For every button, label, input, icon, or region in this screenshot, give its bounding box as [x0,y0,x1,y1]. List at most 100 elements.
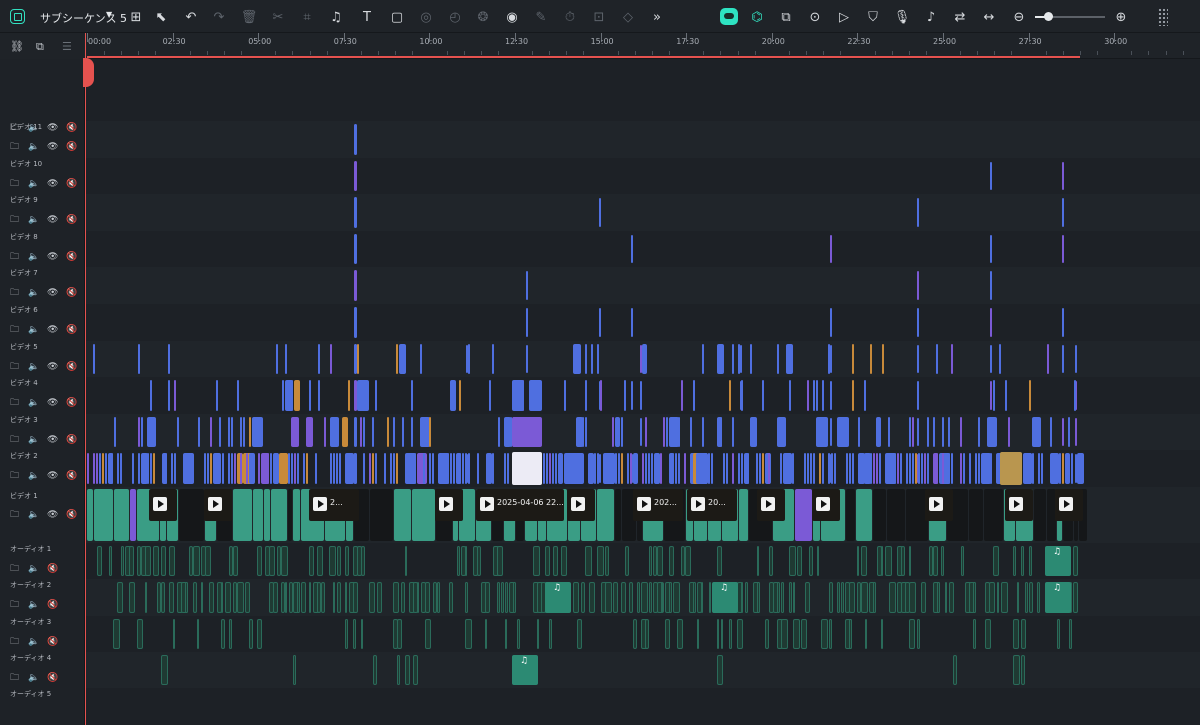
video-clip[interactable] [948,453,950,484]
audio-clip[interactable] [513,582,516,613]
video-clip-thin[interactable] [917,308,919,337]
audio-clip[interactable] [281,546,288,577]
sequence-title[interactable]: サブシーケンス 5 [40,10,127,26]
audio-clip[interactable] [941,546,944,577]
video-clip-thin[interactable] [599,308,601,337]
speaker-icon[interactable]: 🔈 [28,326,39,335]
video-clip[interactable] [429,416,431,448]
audio-icon[interactable]: ♫ [327,8,345,26]
video-clip[interactable] [678,416,680,448]
video-clip-thin[interactable] [631,308,633,337]
keyframe-icon[interactable]: ◇ [619,8,637,26]
folder-icon[interactable]: 🗀 [10,472,19,481]
video-clip-thin[interactable] [354,160,357,192]
video-clip[interactable] [852,380,854,411]
video-clip[interactable] [924,453,926,484]
video-clip[interactable] [660,453,662,484]
video-clip[interactable] [732,416,734,448]
video-clip[interactable] [267,453,269,484]
audio-clip[interactable] [153,546,159,577]
audio-clip[interactable] [921,582,926,613]
mute-icon[interactable]: 🔇 [66,179,77,189]
audio-clip[interactable] [425,582,430,613]
video-clip[interactable] [150,453,152,484]
video-clip[interactable] [253,489,263,541]
speaker-icon[interactable]: 🔈 [28,143,39,152]
audio-clip[interactable] [477,546,481,577]
audio-clip[interactable] [197,618,199,649]
video-clip[interactable] [720,416,722,448]
audio-clip[interactable] [273,582,278,613]
video-clip[interactable] [810,453,812,484]
eye-icon[interactable]: 👁 [47,252,58,262]
video-clip[interactable] [114,416,116,448]
mute-icon[interactable]: 🔇 [66,511,77,520]
video-clip[interactable] [585,343,587,375]
audio-clip[interactable] [117,582,123,613]
video-clip[interactable] [681,380,683,411]
audio-clip[interactable] [337,582,341,613]
video-clip[interactable] [246,453,248,484]
video-clip[interactable] [693,380,695,411]
video-clip[interactable] [738,453,740,484]
audio-clip[interactable] [573,582,579,613]
video-clip[interactable] [840,416,849,448]
video-clip[interactable] [276,453,278,484]
video-clip[interactable] [210,416,212,448]
video-clip[interactable] [870,453,872,484]
video-clip-thin[interactable] [640,381,642,410]
ai-icon[interactable]: ◉ [503,8,521,26]
video-clip[interactable] [969,453,971,484]
video-clip[interactable] [492,453,494,484]
video-clip[interactable] [951,343,953,375]
video-clip[interactable] [228,416,230,448]
video-clip[interactable] [633,453,638,484]
audio-clip[interactable] [849,618,852,649]
audio-clip[interactable] [797,546,802,577]
audio-clip[interactable] [1025,582,1028,613]
video-clip[interactable] [945,453,947,484]
audio-clip[interactable] [865,618,867,649]
video-clip[interactable] [597,489,614,541]
speaker-icon[interactable]: 🔈 [28,472,39,481]
audio-clip[interactable] [505,618,507,649]
video-clip[interactable] [873,489,886,541]
video-clip[interactable] [594,453,596,484]
audio-clip[interactable] [605,546,609,577]
video-clip[interactable] [585,380,587,411]
video-clip[interactable] [105,453,107,484]
video-clip[interactable] [492,343,494,375]
audio-clip[interactable] [881,546,883,577]
snap-icon[interactable]: ⌬ [748,8,766,26]
video-clip[interactable] [394,489,411,541]
audio-clip[interactable] [829,582,833,613]
video-clip[interactable] [1059,453,1061,484]
audio-clip[interactable] [677,618,683,649]
video-clip[interactable] [993,380,995,411]
video-clip[interactable] [887,489,905,541]
audio-clip[interactable] [257,618,262,649]
audio-clip[interactable] [861,582,868,613]
audio-clip[interactable] [353,582,358,613]
video-clip[interactable] [276,343,278,375]
video-clip[interactable] [897,453,899,484]
video-clip[interactable] [1034,489,1046,541]
audio-clip[interactable] [161,654,168,686]
audio-clip[interactable] [801,618,807,649]
audio-clip[interactable] [309,582,311,613]
video-clip-thin[interactable] [1075,344,1077,374]
video-clip[interactable] [912,416,914,448]
video-clip[interactable] [708,453,710,484]
audio-clip[interactable] [1021,546,1024,577]
audio-clip[interactable] [245,582,250,613]
audio-clip[interactable] [397,618,402,649]
audio-clip[interactable] [745,582,748,613]
video-clip[interactable] [822,453,824,484]
video-clip[interactable] [111,453,113,484]
video-clip[interactable] [1047,343,1049,375]
video-clip[interactable] [906,453,908,484]
audio-clip[interactable] [221,618,225,649]
audio-clip[interactable] [697,618,699,649]
audio-clip[interactable] [269,546,275,577]
audio-clip[interactable] [985,618,991,649]
